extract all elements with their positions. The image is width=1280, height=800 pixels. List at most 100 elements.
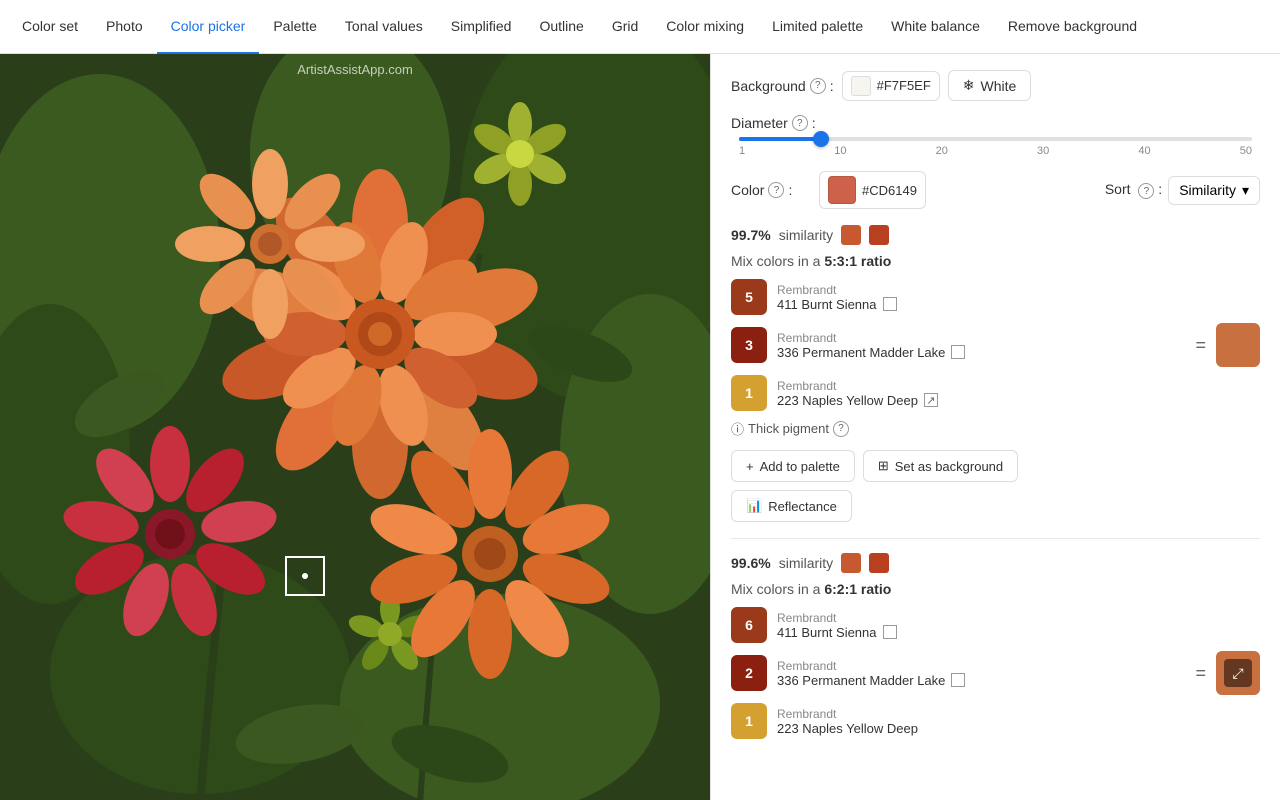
diameter-slider-labels: 1 10 20 30 40 50 xyxy=(731,145,1260,157)
slider-label-20: 20 xyxy=(936,145,948,157)
mix-ratio-2: Mix colors in a 6:2:1 ratio xyxy=(731,581,1260,597)
color-control-row: Color ? : #CD6149 Sort ? : Similarity ▾ xyxy=(731,171,1260,209)
equals-sign-1: = xyxy=(1195,335,1206,356)
diameter-slider-thumb[interactable] xyxy=(813,131,829,147)
result-swatch-container-2: ⤢ xyxy=(1216,651,1260,695)
paint-number-2-3: 1 xyxy=(731,703,767,739)
nav-color-mixing[interactable]: Color mixing xyxy=(652,1,758,55)
color-help-icon[interactable]: ? xyxy=(768,182,784,198)
paint-brand-2-1: Rembrandt xyxy=(777,611,1260,625)
background-color-input[interactable]: #F7F5EF xyxy=(842,71,940,101)
background-help-icon[interactable]: ? xyxy=(810,78,826,94)
similarity-pct-1: 99.7% xyxy=(731,227,771,243)
sort-dropdown[interactable]: Similarity ▾ xyxy=(1168,176,1260,205)
paint-name-2-1: 411 Burnt Sienna xyxy=(777,625,1260,640)
slider-label-30: 30 xyxy=(1037,145,1049,157)
chevron-down-icon: ▾ xyxy=(1242,182,1249,199)
background-hex: #F7F5EF xyxy=(877,78,931,93)
paint-checkbox-2-2[interactable] xyxy=(951,673,965,687)
background-control-row: Background ? : #F7F5EF ❄ White xyxy=(731,70,1260,101)
result-swatch-container-1 xyxy=(1216,323,1260,367)
set-as-background-button[interactable]: ⊞ Set as background xyxy=(863,450,1018,482)
diameter-header: Diameter ? : xyxy=(731,115,1260,131)
picked-color-swatch xyxy=(828,176,856,204)
reflectance-button[interactable]: 📊 Reflectance xyxy=(731,490,852,522)
nav-outline[interactable]: Outline xyxy=(525,1,597,55)
nav-simplified[interactable]: Simplified xyxy=(437,1,526,55)
diameter-slider-container xyxy=(731,137,1260,141)
paint-row-1-3: 1 Rembrandt 223 Naples Yellow Deep ↗ xyxy=(731,375,1260,411)
thick-pigment-help[interactable]: ? xyxy=(833,421,849,437)
paint-name-1-3: 223 Naples Yellow Deep ↗ xyxy=(777,393,1260,408)
action-buttons-1b: 📊 Reflectance xyxy=(731,490,1260,522)
similarity-pct-2: 99.6% xyxy=(731,555,771,571)
thick-pigment-1: ⓘ Thick pigment ? xyxy=(731,419,1260,438)
paint-info-2-2: Rembrandt 336 Permanent Madder Lake xyxy=(777,659,1185,688)
paint-info-2-1: Rembrandt 411 Burnt Sienna xyxy=(777,611,1260,640)
slider-label-1: 1 xyxy=(739,145,745,157)
mini-swatch-2a xyxy=(841,553,861,573)
set-bg-icon: ⊞ xyxy=(878,458,889,474)
flower-image[interactable] xyxy=(0,54,710,800)
paint-name-2-3: 223 Naples Yellow Deep xyxy=(777,721,1260,736)
similarity-header-2: 99.6% similarity xyxy=(731,553,1260,573)
ratio-value-1: 5:3:1 ratio xyxy=(824,253,891,269)
sort-label: Sort ? : xyxy=(1105,181,1162,200)
paint-number-1-1: 5 xyxy=(731,279,767,315)
paint-number-2-1: 6 xyxy=(731,607,767,643)
paint-row-2-1: 6 Rembrandt 411 Burnt Sienna xyxy=(731,607,1260,643)
paint-checkbox-1-1[interactable] xyxy=(883,297,897,311)
paint-brand-2-3: Rembrandt xyxy=(777,707,1260,721)
diameter-slider-fill xyxy=(739,137,821,141)
picked-color-input[interactable]: #CD6149 xyxy=(819,171,926,209)
picked-color-hex: #CD6149 xyxy=(862,183,917,198)
nav-palette[interactable]: Palette xyxy=(259,1,331,55)
diameter-control: Diameter ? : 1 10 20 30 40 50 xyxy=(731,115,1260,157)
mini-swatch-1a xyxy=(841,225,861,245)
expand-icon[interactable]: ⤢ xyxy=(1224,659,1252,687)
nav-color-set[interactable]: Color set xyxy=(8,1,92,55)
nav-limited-palette[interactable]: Limited palette xyxy=(758,1,877,55)
add-to-palette-button[interactable]: + Add to palette xyxy=(731,450,855,482)
slider-label-50: 50 xyxy=(1240,145,1252,157)
main-content: ArtistAssistApp.com xyxy=(0,54,1280,800)
slider-label-40: 40 xyxy=(1138,145,1150,157)
equals-sign-2: = xyxy=(1195,663,1206,684)
paint-brand-1-2: Rembrandt xyxy=(777,331,1185,345)
paint-external-icon-1-3[interactable]: ↗ xyxy=(924,393,938,407)
image-area[interactable]: ArtistAssistApp.com xyxy=(0,54,710,800)
paint-brand-1-3: Rembrandt xyxy=(777,379,1260,393)
nav-remove-background[interactable]: Remove background xyxy=(994,1,1151,55)
paint-number-1-2: 3 xyxy=(731,327,767,363)
white-button[interactable]: ❄ White xyxy=(948,70,1032,101)
similarity-text-2: similarity xyxy=(779,555,833,571)
paint-checkbox-2-1[interactable] xyxy=(883,625,897,639)
paint-row-2-3: 1 Rembrandt 223 Naples Yellow Deep xyxy=(731,703,1260,739)
background-swatch xyxy=(851,76,871,96)
similarity-text-1: similarity xyxy=(779,227,833,243)
divider-1 xyxy=(731,538,1260,539)
slider-label-10: 10 xyxy=(834,145,846,157)
paint-checkbox-1-2[interactable] xyxy=(951,345,965,359)
paint-row-2-2: 2 Rembrandt 336 Permanent Madder Lake = … xyxy=(731,651,1260,695)
ratio-value-2: 6:2:1 ratio xyxy=(824,581,891,597)
chart-icon: 📊 xyxy=(746,498,762,514)
diameter-help-icon[interactable]: ? xyxy=(792,115,808,131)
nav-tonal-values[interactable]: Tonal values xyxy=(331,1,437,55)
nav-photo[interactable]: Photo xyxy=(92,1,157,55)
white-icon: ❄ xyxy=(963,77,975,94)
nav-grid[interactable]: Grid xyxy=(598,1,652,55)
paint-number-1-3: 1 xyxy=(731,375,767,411)
paint-info-1-2: Rembrandt 336 Permanent Madder Lake xyxy=(777,331,1185,360)
sort-row: Sort ? : Similarity ▾ xyxy=(1105,176,1260,205)
nav-color-picker[interactable]: Color picker xyxy=(157,1,260,55)
plus-icon: + xyxy=(746,459,754,474)
paint-brand-1-1: Rembrandt xyxy=(777,283,1260,297)
background-label: Background ? : xyxy=(731,78,834,94)
paint-row-1-2: 3 Rembrandt 336 Permanent Madder Lake = xyxy=(731,323,1260,367)
nav-white-balance[interactable]: White balance xyxy=(877,1,994,55)
diameter-slider-track[interactable] xyxy=(739,137,1252,141)
mix-ratio-1: Mix colors in a 5:3:1 ratio xyxy=(731,253,1260,269)
sort-help-icon[interactable]: ? xyxy=(1138,183,1154,199)
paint-info-2-3: Rembrandt 223 Naples Yellow Deep xyxy=(777,707,1260,736)
